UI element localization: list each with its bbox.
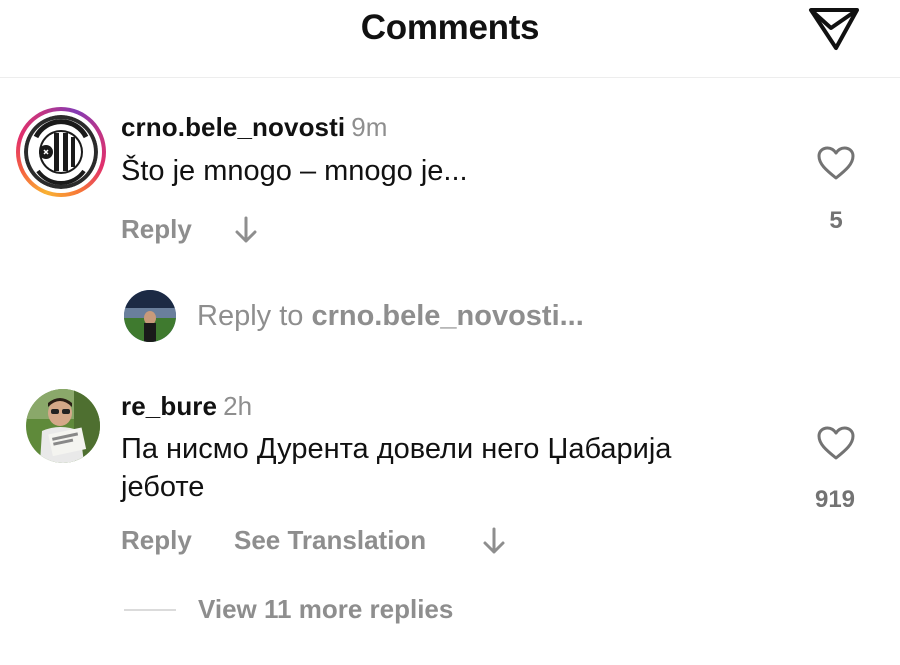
avatar-story-ring[interactable] <box>16 107 106 197</box>
like-count: 5 <box>829 207 843 234</box>
reply-input[interactable]: Reply to crno.bele_novosti... <box>124 290 824 342</box>
heart-icon[interactable] <box>816 145 856 181</box>
arrow-down-icon[interactable] <box>233 215 259 245</box>
avatar <box>24 115 98 189</box>
divider-line <box>124 609 176 611</box>
reply-placeholder: Reply to crno.bele_novosti... <box>197 300 584 332</box>
see-translation-button[interactable]: See Translation <box>234 525 426 556</box>
comment-time: 2h <box>223 391 253 421</box>
crno-bele-logo-icon <box>24 115 98 189</box>
view-more-replies-button[interactable]: View 11 more replies <box>198 594 453 625</box>
user-photo-avatar-icon <box>26 389 100 463</box>
comment-time: 9m <box>351 112 388 142</box>
paper-plane-icon <box>809 8 859 50</box>
reply-button[interactable]: Reply <box>121 214 192 245</box>
heart-icon[interactable] <box>816 425 856 461</box>
stadium-photo-avatar-icon <box>124 290 176 342</box>
reply-button[interactable]: Reply <box>121 525 192 556</box>
comments-header: Comments <box>0 0 900 78</box>
avatar[interactable] <box>26 389 100 463</box>
comments-screen: Comments crno.bele_novosti 9m Što je mno… <box>0 0 900 665</box>
page-title: Comments <box>360 8 540 47</box>
comment-text: Što je mnogo – mnogo je... <box>121 155 468 187</box>
comment-text-line: јеботе <box>121 471 205 503</box>
arrow-down-icon[interactable] <box>481 526 507 556</box>
comment-username[interactable]: re_bure 2h <box>121 391 252 422</box>
like-count: 919 <box>814 486 856 513</box>
comment-username[interactable]: crno.bele_novosti 9m <box>121 112 388 143</box>
my-avatar <box>124 290 176 342</box>
comment-text-line: Па нисмо Дурента довели него Џабарија <box>121 433 672 465</box>
send-button[interactable] <box>806 4 862 52</box>
